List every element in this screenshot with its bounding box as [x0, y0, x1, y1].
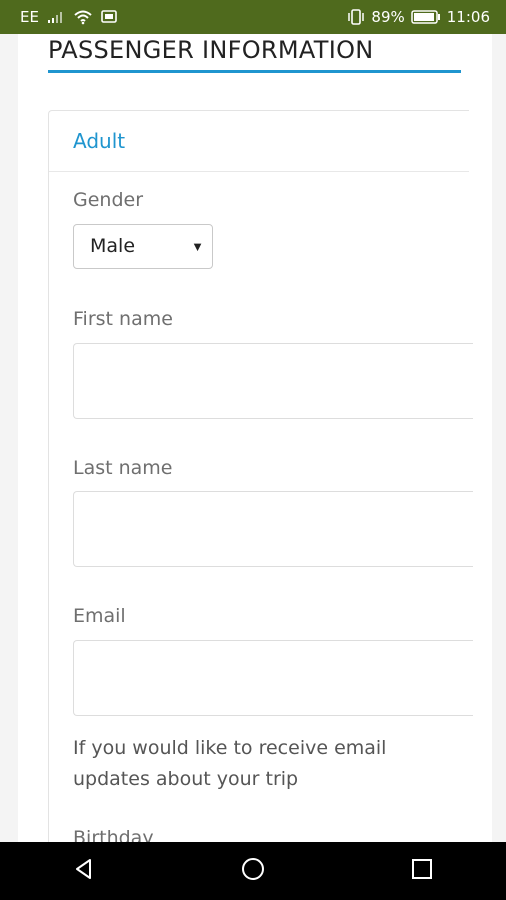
recents-icon — [411, 858, 433, 885]
first-name-label: First name — [73, 308, 173, 330]
gender-select[interactable]: Male ▼ — [73, 224, 213, 269]
carrier-label: EE — [20, 8, 39, 26]
back-icon — [72, 857, 96, 886]
battery-icon — [411, 10, 441, 24]
gender-label: Gender — [73, 189, 144, 211]
card-header[interactable]: Adult — [49, 111, 469, 172]
passenger-card: Adult Gender Male ▼ First name Last name… — [48, 110, 473, 842]
home-button[interactable] — [213, 842, 293, 900]
email-help-text: If you would like to receive email updat… — [73, 737, 387, 790]
battery-percent: 89% — [371, 8, 405, 26]
last-name-field[interactable] — [73, 491, 473, 567]
signal-icon — [47, 10, 65, 24]
wifi-icon — [73, 9, 93, 25]
screen: EE 89% 11:06 PASSENGER INFORMATION Adult… — [0, 0, 506, 900]
status-time: 11:06 — [446, 8, 490, 26]
navigation-bar — [0, 842, 506, 900]
status-bar: EE 89% 11:06 — [0, 0, 506, 34]
section-header: PASSENGER INFORMATION — [48, 34, 461, 73]
status-right: 89% 11:06 — [347, 8, 506, 26]
back-button[interactable] — [44, 842, 124, 900]
caret-down-icon: ▼ — [191, 239, 204, 254]
vibrate-icon — [347, 9, 365, 25]
email-label: Email — [73, 605, 126, 627]
home-icon — [240, 856, 266, 887]
email-field[interactable] — [73, 640, 473, 716]
status-left: EE — [0, 8, 117, 26]
page-content: PASSENGER INFORMATION Adult Gender Male … — [18, 34, 492, 842]
page-title: PASSENGER INFORMATION — [48, 36, 374, 64]
message-icon — [101, 10, 117, 24]
card-title: Adult — [73, 129, 126, 153]
first-name-field[interactable] — [73, 343, 473, 419]
gender-select-value: Male — [90, 235, 136, 257]
recents-button[interactable] — [382, 842, 462, 900]
last-name-label: Last name — [73, 457, 173, 479]
birthday-label: Birthday — [73, 827, 154, 842]
